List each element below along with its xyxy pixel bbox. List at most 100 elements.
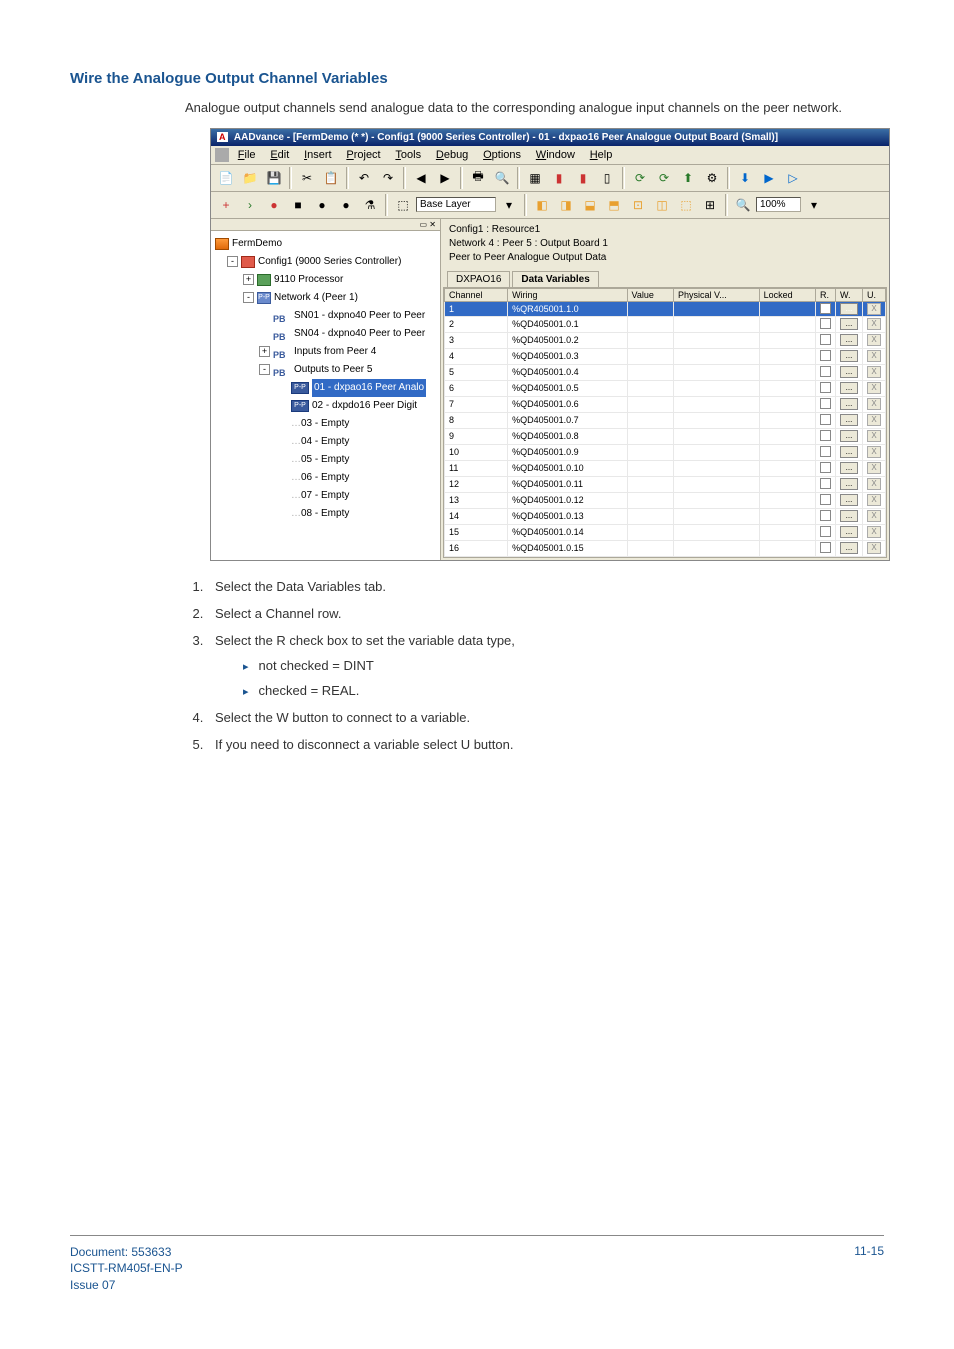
checkbox-r[interactable]	[820, 334, 831, 345]
grid-row[interactable]: 12%QD405001.0.11...X	[445, 476, 886, 492]
w-button[interactable]: ...	[840, 526, 858, 538]
checkbox-r[interactable]	[820, 318, 831, 329]
cell-u[interactable]: X	[863, 492, 886, 508]
checkbox-r[interactable]: ✓	[820, 303, 831, 314]
w-button[interactable]: ...	[840, 478, 858, 490]
cell-w[interactable]: ...	[836, 524, 863, 540]
cell-u[interactable]: X	[863, 524, 886, 540]
tb-b6-icon[interactable]: ●	[335, 194, 357, 216]
checkbox-r[interactable]	[820, 446, 831, 457]
cell-u[interactable]: X	[863, 332, 886, 348]
cell-r[interactable]	[816, 412, 836, 428]
col-u[interactable]: U.	[863, 288, 886, 301]
w-button[interactable]: ...	[840, 462, 858, 474]
cell-w[interactable]: ...	[836, 492, 863, 508]
col-channel[interactable]: Channel	[445, 288, 508, 301]
cell-r[interactable]	[816, 428, 836, 444]
grid-row[interactable]: 8%QD405001.0.7...X	[445, 412, 886, 428]
tb-find-icon[interactable]: 🔍	[491, 167, 513, 189]
col-w[interactable]: W.	[836, 288, 863, 301]
grid-row[interactable]: 16%QD405001.0.15...X	[445, 540, 886, 556]
cell-r[interactable]	[816, 348, 836, 364]
tb-step-icon[interactable]: ▷	[782, 167, 804, 189]
cell-r[interactable]	[816, 476, 836, 492]
col-value[interactable]: Value	[627, 288, 674, 301]
menu-window[interactable]: Window	[530, 148, 581, 162]
tree-sub-item[interactable]: P-P01 - dxpao16 Peer Analo	[213, 379, 438, 397]
u-button[interactable]: X	[867, 526, 881, 538]
tb-open-icon[interactable]: 📁	[239, 167, 261, 189]
zoom-select[interactable]: 100%	[756, 197, 801, 212]
grid-row[interactable]: 10%QD405001.0.9...X	[445, 444, 886, 460]
u-button[interactable]: X	[867, 318, 881, 330]
expand-icon[interactable]: +	[259, 346, 270, 357]
tb-b9-icon[interactable]: ▾	[498, 194, 520, 216]
tree-item[interactable]: PBSN04 - dxpno40 Peer to Peer	[213, 325, 438, 343]
checkbox-r[interactable]	[820, 398, 831, 409]
tb-redo-icon[interactable]: ↷	[377, 167, 399, 189]
tb-b7-icon[interactable]: ⚗	[359, 194, 381, 216]
tb-copy-icon[interactable]: 📋	[320, 167, 342, 189]
cell-u[interactable]: X	[863, 301, 886, 316]
cell-w[interactable]: ...	[836, 364, 863, 380]
tb-undo-icon[interactable]: ↶	[353, 167, 375, 189]
w-button[interactable]: ...	[840, 414, 858, 426]
tb-dl-icon[interactable]: ⬇	[734, 167, 756, 189]
layer-select[interactable]: Base Layer	[416, 197, 496, 212]
tree-item[interactable]: PBSN01 - dxpno40 Peer to Peer	[213, 307, 438, 325]
cell-r[interactable]	[816, 396, 836, 412]
cell-u[interactable]: X	[863, 540, 886, 556]
tb-fwd-icon[interactable]: ▶	[434, 167, 456, 189]
tb-b8-icon[interactable]: ⬚	[392, 194, 414, 216]
cell-r[interactable]	[816, 540, 836, 556]
tb-b1-icon[interactable]: +	[215, 194, 237, 216]
u-button[interactable]: X	[867, 382, 881, 394]
tb-c7-icon[interactable]: ⬚	[675, 194, 697, 216]
tb-a2-icon[interactable]: ▮	[572, 167, 594, 189]
w-button[interactable]: ...	[840, 542, 858, 554]
w-button[interactable]: ...	[840, 446, 858, 458]
cell-u[interactable]: X	[863, 348, 886, 364]
cell-u[interactable]: X	[863, 380, 886, 396]
sys-menu-icon[interactable]	[215, 148, 229, 162]
tab-data-variables[interactable]: Data Variables	[512, 271, 598, 287]
cell-r[interactable]	[816, 316, 836, 332]
cell-r[interactable]	[816, 380, 836, 396]
w-button[interactable]: ...	[840, 510, 858, 522]
grid-row[interactable]: 7%QD405001.0.6...X	[445, 396, 886, 412]
checkbox-r[interactable]	[820, 382, 831, 393]
u-button[interactable]: X	[867, 494, 881, 506]
menu-project[interactable]: Project	[340, 148, 386, 162]
u-button[interactable]: X	[867, 478, 881, 490]
cell-u[interactable]: X	[863, 476, 886, 492]
checkbox-r[interactable]	[820, 526, 831, 537]
tree-item[interactable]: -PBOutputs to Peer 5	[213, 361, 438, 379]
w-button[interactable]: ...	[840, 494, 858, 506]
grid-row[interactable]: 11%QD405001.0.10...X	[445, 460, 886, 476]
checkbox-r[interactable]	[820, 510, 831, 521]
tb-c6-icon[interactable]: ◫	[651, 194, 673, 216]
cell-u[interactable]: X	[863, 428, 886, 444]
tb-new-icon[interactable]: 📄	[215, 167, 237, 189]
tree-panel-controls[interactable]: ▭ ✕	[211, 219, 440, 231]
grid-row[interactable]: 15%QD405001.0.14...X	[445, 524, 886, 540]
cell-w[interactable]: ...	[836, 412, 863, 428]
cell-u[interactable]: X	[863, 460, 886, 476]
menu-insert[interactable]: Insert	[298, 148, 338, 162]
tree-sub-item[interactable]: …08 - Empty	[213, 505, 438, 523]
w-button[interactable]: ...	[840, 398, 858, 410]
tb-a1-icon[interactable]: ▮	[548, 167, 570, 189]
cell-r[interactable]	[816, 492, 836, 508]
tb-c8-icon[interactable]: ⊞	[699, 194, 721, 216]
cell-r[interactable]	[816, 332, 836, 348]
cell-w[interactable]: ...	[836, 332, 863, 348]
w-button[interactable]: ...	[840, 350, 858, 362]
tree-sub-item[interactable]: …06 - Empty	[213, 469, 438, 487]
tb-save-icon[interactable]: 💾	[263, 167, 285, 189]
tb-run-icon[interactable]: ▶	[758, 167, 780, 189]
tree-sub-item[interactable]: …04 - Empty	[213, 433, 438, 451]
grid-row[interactable]: 13%QD405001.0.12...X	[445, 492, 886, 508]
tree-sub-item[interactable]: …05 - Empty	[213, 451, 438, 469]
project-tree[interactable]: FermDemo - Config1 (9000 Series Controll…	[211, 231, 440, 527]
cell-u[interactable]: X	[863, 364, 886, 380]
